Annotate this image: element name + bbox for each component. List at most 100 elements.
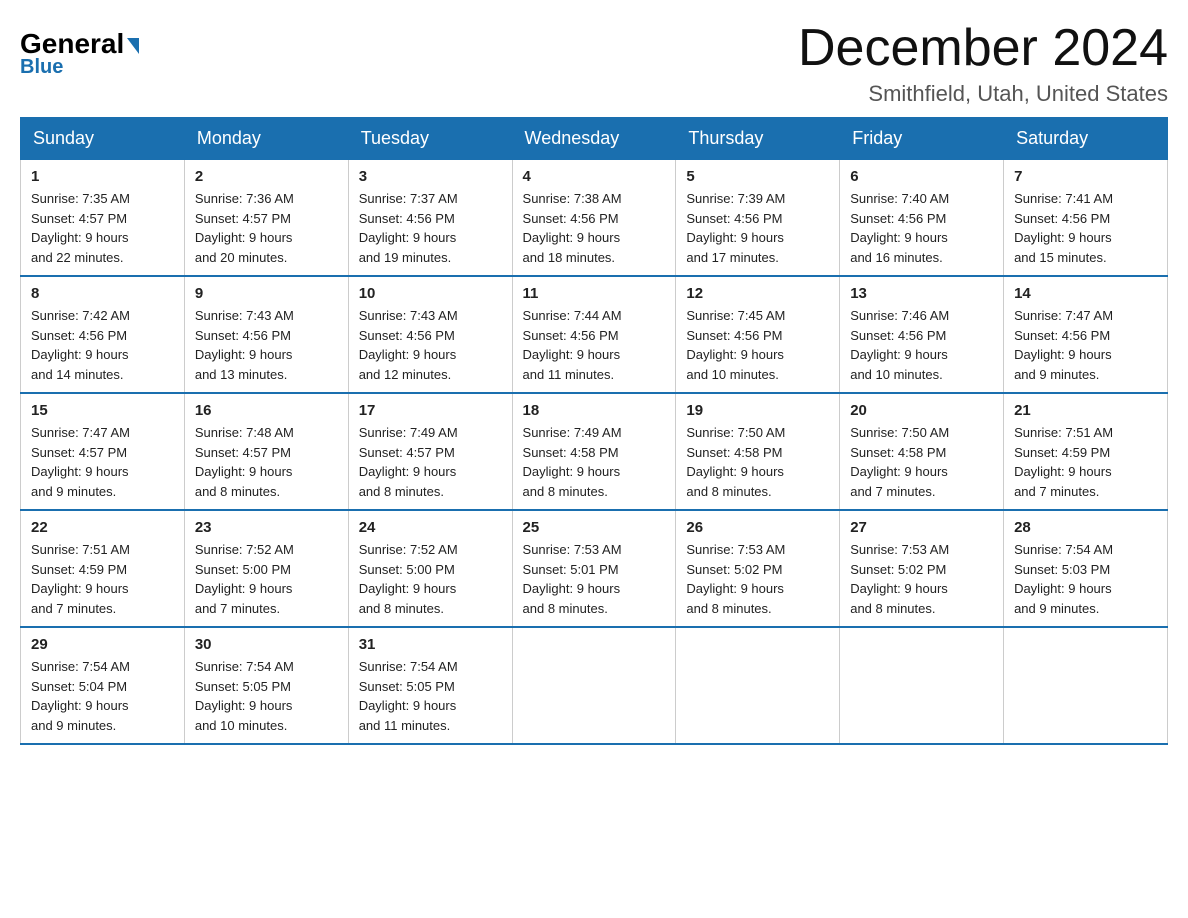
table-row: 26 Sunrise: 7:53 AMSunset: 5:02 PMDaylig… bbox=[676, 510, 840, 627]
day-info: Sunrise: 7:35 AMSunset: 4:57 PMDaylight:… bbox=[31, 189, 174, 267]
day-info: Sunrise: 7:52 AMSunset: 5:00 PMDaylight:… bbox=[359, 540, 502, 618]
table-row: 28 Sunrise: 7:54 AMSunset: 5:03 PMDaylig… bbox=[1004, 510, 1168, 627]
day-number: 21 bbox=[1014, 402, 1157, 419]
calendar-week-row: 8 Sunrise: 7:42 AMSunset: 4:56 PMDayligh… bbox=[21, 276, 1168, 393]
table-row: 9 Sunrise: 7:43 AMSunset: 4:56 PMDayligh… bbox=[184, 276, 348, 393]
day-info: Sunrise: 7:50 AMSunset: 4:58 PMDaylight:… bbox=[850, 423, 993, 501]
day-number: 22 bbox=[31, 519, 174, 536]
table-row: 27 Sunrise: 7:53 AMSunset: 5:02 PMDaylig… bbox=[840, 510, 1004, 627]
calendar-week-row: 29 Sunrise: 7:54 AMSunset: 5:04 PMDaylig… bbox=[21, 627, 1168, 744]
table-row: 8 Sunrise: 7:42 AMSunset: 4:56 PMDayligh… bbox=[21, 276, 185, 393]
day-info: Sunrise: 7:41 AMSunset: 4:56 PMDaylight:… bbox=[1014, 189, 1157, 267]
day-info: Sunrise: 7:43 AMSunset: 4:56 PMDaylight:… bbox=[359, 306, 502, 384]
day-info: Sunrise: 7:49 AMSunset: 4:57 PMDaylight:… bbox=[359, 423, 502, 501]
day-info: Sunrise: 7:38 AMSunset: 4:56 PMDaylight:… bbox=[523, 189, 666, 267]
table-row: 6 Sunrise: 7:40 AMSunset: 4:56 PMDayligh… bbox=[840, 160, 1004, 277]
day-info: Sunrise: 7:53 AMSunset: 5:02 PMDaylight:… bbox=[686, 540, 829, 618]
table-row: 12 Sunrise: 7:45 AMSunset: 4:56 PMDaylig… bbox=[676, 276, 840, 393]
logo-general: General bbox=[20, 30, 139, 58]
day-number: 6 bbox=[850, 168, 993, 185]
day-info: Sunrise: 7:37 AMSunset: 4:56 PMDaylight:… bbox=[359, 189, 502, 267]
table-row bbox=[1004, 627, 1168, 744]
day-number: 23 bbox=[195, 519, 338, 536]
day-info: Sunrise: 7:52 AMSunset: 5:00 PMDaylight:… bbox=[195, 540, 338, 618]
day-info: Sunrise: 7:49 AMSunset: 4:58 PMDaylight:… bbox=[523, 423, 666, 501]
day-number: 9 bbox=[195, 285, 338, 302]
day-info: Sunrise: 7:54 AMSunset: 5:05 PMDaylight:… bbox=[359, 657, 502, 735]
day-number: 12 bbox=[686, 285, 829, 302]
header-wednesday: Wednesday bbox=[512, 118, 676, 160]
page-header: General Blue December 2024 Smithfield, U… bbox=[20, 20, 1168, 107]
table-row: 22 Sunrise: 7:51 AMSunset: 4:59 PMDaylig… bbox=[21, 510, 185, 627]
table-row bbox=[840, 627, 1004, 744]
day-number: 18 bbox=[523, 402, 666, 419]
day-info: Sunrise: 7:44 AMSunset: 4:56 PMDaylight:… bbox=[523, 306, 666, 384]
day-number: 4 bbox=[523, 168, 666, 185]
day-number: 8 bbox=[31, 285, 174, 302]
day-number: 25 bbox=[523, 519, 666, 536]
day-number: 16 bbox=[195, 402, 338, 419]
table-row: 21 Sunrise: 7:51 AMSunset: 4:59 PMDaylig… bbox=[1004, 393, 1168, 510]
table-row bbox=[676, 627, 840, 744]
calendar-header-row: Sunday Monday Tuesday Wednesday Thursday… bbox=[21, 118, 1168, 160]
table-row: 25 Sunrise: 7:53 AMSunset: 5:01 PMDaylig… bbox=[512, 510, 676, 627]
table-row: 19 Sunrise: 7:50 AMSunset: 4:58 PMDaylig… bbox=[676, 393, 840, 510]
day-number: 10 bbox=[359, 285, 502, 302]
day-number: 31 bbox=[359, 636, 502, 653]
day-number: 30 bbox=[195, 636, 338, 653]
calendar-week-row: 15 Sunrise: 7:47 AMSunset: 4:57 PMDaylig… bbox=[21, 393, 1168, 510]
day-number: 11 bbox=[523, 285, 666, 302]
header-friday: Friday bbox=[840, 118, 1004, 160]
day-info: Sunrise: 7:47 AMSunset: 4:57 PMDaylight:… bbox=[31, 423, 174, 501]
table-row: 29 Sunrise: 7:54 AMSunset: 5:04 PMDaylig… bbox=[21, 627, 185, 744]
table-row: 11 Sunrise: 7:44 AMSunset: 4:56 PMDaylig… bbox=[512, 276, 676, 393]
logo: General Blue bbox=[20, 20, 139, 79]
day-info: Sunrise: 7:48 AMSunset: 4:57 PMDaylight:… bbox=[195, 423, 338, 501]
table-row: 1 Sunrise: 7:35 AMSunset: 4:57 PMDayligh… bbox=[21, 160, 185, 277]
table-row: 30 Sunrise: 7:54 AMSunset: 5:05 PMDaylig… bbox=[184, 627, 348, 744]
title-block: December 2024 Smithfield, Utah, United S… bbox=[798, 20, 1168, 107]
table-row: 14 Sunrise: 7:47 AMSunset: 4:56 PMDaylig… bbox=[1004, 276, 1168, 393]
table-row: 20 Sunrise: 7:50 AMSunset: 4:58 PMDaylig… bbox=[840, 393, 1004, 510]
day-info: Sunrise: 7:54 AMSunset: 5:03 PMDaylight:… bbox=[1014, 540, 1157, 618]
day-number: 15 bbox=[31, 402, 174, 419]
table-row: 17 Sunrise: 7:49 AMSunset: 4:57 PMDaylig… bbox=[348, 393, 512, 510]
table-row: 24 Sunrise: 7:52 AMSunset: 5:00 PMDaylig… bbox=[348, 510, 512, 627]
day-info: Sunrise: 7:53 AMSunset: 5:02 PMDaylight:… bbox=[850, 540, 993, 618]
table-row: 15 Sunrise: 7:47 AMSunset: 4:57 PMDaylig… bbox=[21, 393, 185, 510]
day-number: 19 bbox=[686, 402, 829, 419]
day-info: Sunrise: 7:53 AMSunset: 5:01 PMDaylight:… bbox=[523, 540, 666, 618]
logo-blue-text: Blue bbox=[20, 56, 63, 79]
day-info: Sunrise: 7:39 AMSunset: 4:56 PMDaylight:… bbox=[686, 189, 829, 267]
day-number: 7 bbox=[1014, 168, 1157, 185]
day-number: 14 bbox=[1014, 285, 1157, 302]
day-number: 5 bbox=[686, 168, 829, 185]
day-info: Sunrise: 7:54 AMSunset: 5:05 PMDaylight:… bbox=[195, 657, 338, 735]
day-number: 29 bbox=[31, 636, 174, 653]
day-number: 17 bbox=[359, 402, 502, 419]
day-number: 2 bbox=[195, 168, 338, 185]
header-monday: Monday bbox=[184, 118, 348, 160]
day-number: 1 bbox=[31, 168, 174, 185]
day-info: Sunrise: 7:46 AMSunset: 4:56 PMDaylight:… bbox=[850, 306, 993, 384]
table-row bbox=[512, 627, 676, 744]
header-saturday: Saturday bbox=[1004, 118, 1168, 160]
day-number: 24 bbox=[359, 519, 502, 536]
day-number: 27 bbox=[850, 519, 993, 536]
location: Smithfield, Utah, United States bbox=[798, 81, 1168, 107]
day-info: Sunrise: 7:45 AMSunset: 4:56 PMDaylight:… bbox=[686, 306, 829, 384]
table-row: 7 Sunrise: 7:41 AMSunset: 4:56 PMDayligh… bbox=[1004, 160, 1168, 277]
table-row: 16 Sunrise: 7:48 AMSunset: 4:57 PMDaylig… bbox=[184, 393, 348, 510]
header-thursday: Thursday bbox=[676, 118, 840, 160]
table-row: 23 Sunrise: 7:52 AMSunset: 5:00 PMDaylig… bbox=[184, 510, 348, 627]
header-sunday: Sunday bbox=[21, 118, 185, 160]
day-info: Sunrise: 7:51 AMSunset: 4:59 PMDaylight:… bbox=[1014, 423, 1157, 501]
day-info: Sunrise: 7:42 AMSunset: 4:56 PMDaylight:… bbox=[31, 306, 174, 384]
table-row: 4 Sunrise: 7:38 AMSunset: 4:56 PMDayligh… bbox=[512, 160, 676, 277]
table-row: 13 Sunrise: 7:46 AMSunset: 4:56 PMDaylig… bbox=[840, 276, 1004, 393]
table-row: 5 Sunrise: 7:39 AMSunset: 4:56 PMDayligh… bbox=[676, 160, 840, 277]
day-number: 28 bbox=[1014, 519, 1157, 536]
table-row: 18 Sunrise: 7:49 AMSunset: 4:58 PMDaylig… bbox=[512, 393, 676, 510]
day-number: 20 bbox=[850, 402, 993, 419]
calendar-week-row: 1 Sunrise: 7:35 AMSunset: 4:57 PMDayligh… bbox=[21, 160, 1168, 277]
